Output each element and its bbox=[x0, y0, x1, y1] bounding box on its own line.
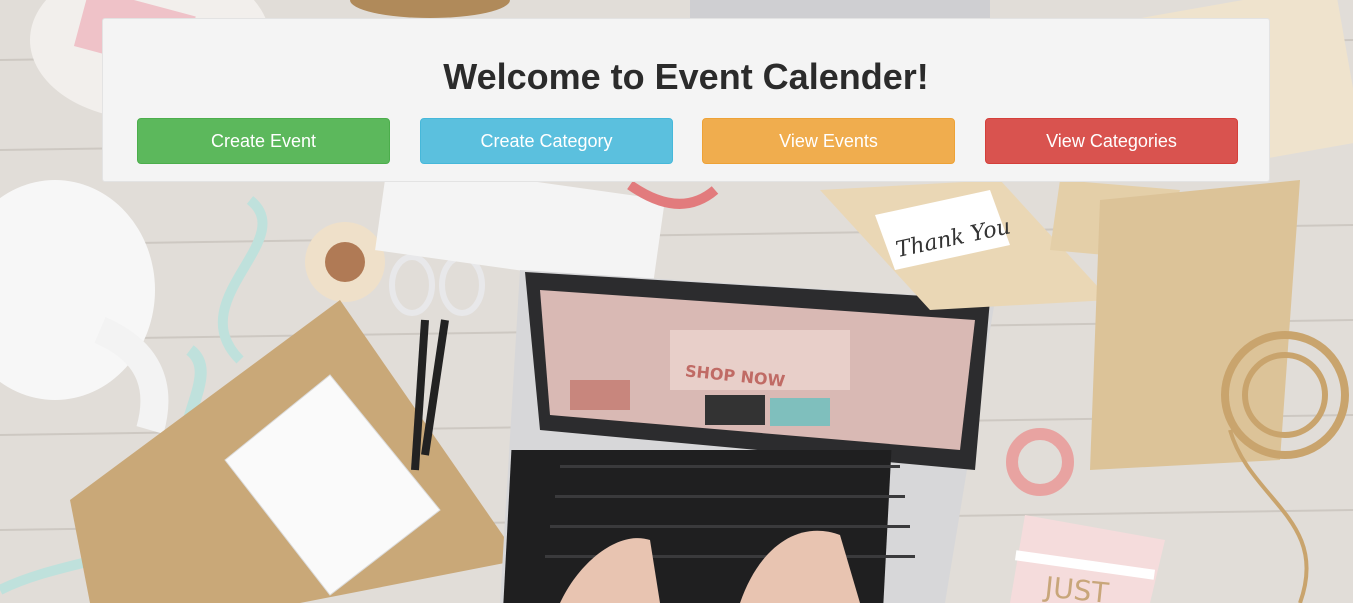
notebook-text: JUST bbox=[1041, 570, 1111, 603]
create-category-button[interactable]: Create Category bbox=[420, 118, 673, 164]
page-title: Welcome to Event Calender! bbox=[443, 56, 929, 97]
create-event-button[interactable]: Create Event bbox=[137, 118, 390, 164]
view-events-button[interactable]: View Events bbox=[702, 118, 955, 164]
view-categories-button[interactable]: View Categories bbox=[985, 118, 1238, 164]
page: Thank You JUST SHOP NOW Welcome to Event… bbox=[0, 0, 1353, 603]
welcome-panel: Welcome to Event Calender! Create Event … bbox=[102, 18, 1270, 182]
